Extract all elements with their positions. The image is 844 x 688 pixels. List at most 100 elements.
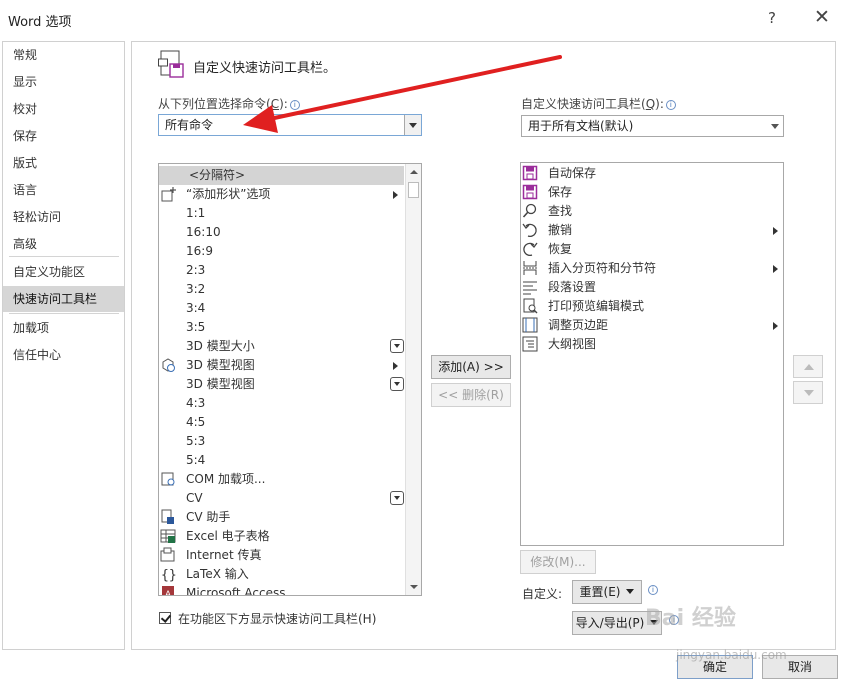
remove-button[interactable]: << 删除(R) xyxy=(431,383,511,407)
nav-item[interactable]: 显示 xyxy=(3,69,124,95)
command-item[interactable]: A Microsoft Access xyxy=(159,584,404,596)
command-item[interactable]: 1:1 xyxy=(159,204,404,223)
toolbar-item-label: 查找 xyxy=(548,204,573,218)
command-label: 3:2 xyxy=(186,282,206,296)
command-label: Internet 传真 xyxy=(186,548,262,562)
command-item[interactable]: 4:3 xyxy=(159,394,404,413)
command-item[interactable]: COM 加载项... xyxy=(159,470,404,489)
show-below-ribbon-label: 在功能区下方显示快速访问工具栏(H) xyxy=(178,612,377,626)
toolbar-item[interactable]: 段落设置 xyxy=(521,278,783,297)
move-down-button[interactable] xyxy=(793,381,823,404)
command-item[interactable]: 2:3 xyxy=(159,261,404,280)
command-item[interactable]: 3:4 xyxy=(159,299,404,318)
command-label: Microsoft Access xyxy=(186,586,286,596)
command-item[interactable]: “添加形状”选项 xyxy=(159,185,404,204)
command-item[interactable]: CV xyxy=(159,489,404,508)
nav-item[interactable]: 语言 xyxy=(3,177,124,203)
nav-item[interactable]: 加载项 xyxy=(3,315,124,341)
choose-commands-dropdown[interactable]: 所有命令 xyxy=(158,114,422,136)
command-item[interactable]: 3:2 xyxy=(159,280,404,299)
command-item[interactable]: 3D 模型视图 xyxy=(159,356,404,375)
help-button[interactable]: ? xyxy=(768,9,776,27)
chevron-down-icon[interactable] xyxy=(404,115,421,135)
window-title: Word 选项 xyxy=(8,15,72,30)
margins-icon xyxy=(522,317,538,333)
scroll-down-button[interactable] xyxy=(406,579,421,595)
command-item[interactable]: 3D 模型大小 xyxy=(159,337,404,356)
command-item[interactable]: 4:5 xyxy=(159,413,404,432)
nav-item[interactable]: 校对 xyxy=(3,96,124,122)
toolbar-item[interactable]: 打印预览编辑模式 xyxy=(521,297,783,316)
toolbar-item[interactable]: 恢复 xyxy=(521,240,783,259)
command-label: LaTeX 输入 xyxy=(186,567,249,581)
command-label: 3:4 xyxy=(186,301,206,315)
nav-separator xyxy=(9,256,119,257)
nav-item[interactable]: 常规 xyxy=(3,42,124,68)
scroll-thumb[interactable] xyxy=(408,182,419,198)
close-button[interactable]: ✕ xyxy=(814,6,830,28)
chevron-down-icon xyxy=(771,124,779,129)
command-item[interactable]: 5:4 xyxy=(159,451,404,470)
command-item[interactable]: Excel 电子表格 xyxy=(159,527,404,546)
nav-item[interactable]: 保存 xyxy=(3,123,124,149)
command-item[interactable]: <分隔符> xyxy=(159,166,404,185)
modify-button[interactable]: 修改(M)... xyxy=(520,550,596,574)
move-up-button[interactable] xyxy=(793,355,823,378)
command-label: CV 助手 xyxy=(186,510,231,524)
toolbar-item[interactable]: 查找 xyxy=(521,202,783,221)
svg-text:A: A xyxy=(165,589,171,596)
info-icon: i xyxy=(289,100,300,110)
command-label: 2:3 xyxy=(186,263,206,277)
toolbar-item-label: 自动保存 xyxy=(548,166,597,180)
excel-icon xyxy=(160,528,176,544)
command-item[interactable]: Internet 传真 xyxy=(159,546,404,565)
toolbar-item[interactable]: 撤销 xyxy=(521,221,783,240)
command-item[interactable]: 16:10 xyxy=(159,223,404,242)
print-preview-icon xyxy=(522,298,538,314)
info-icon: i xyxy=(648,585,658,595)
nav-item[interactable]: 信任中心 xyxy=(3,342,124,368)
nav-separator xyxy=(9,313,119,314)
toolbar-item[interactable]: 自动保存 xyxy=(521,164,783,183)
command-label: COM 加载项... xyxy=(186,472,266,486)
nav-item[interactable]: 快速访问工具栏 xyxy=(3,286,124,312)
watermark-logo: Bai 经验 xyxy=(645,606,736,631)
command-label: 5:4 xyxy=(186,453,206,467)
toolbar-item[interactable]: 大纲视图 xyxy=(521,335,783,354)
choose-commands-label: 从下列位置选择命令(C): i xyxy=(158,95,300,112)
nav-item[interactable]: 高级 xyxy=(3,231,124,257)
commands-listbox[interactable]: <分隔符> “添加形状”选项 1:1 16:10 16:9 2:3 3:2 3:4 3:5 3D … xyxy=(158,163,422,596)
command-label: 3:5 xyxy=(186,320,206,334)
toolbar-item[interactable]: 调整页边距 xyxy=(521,316,783,335)
customize-toolbar-dropdown[interactable]: 用于所有文档(默认) xyxy=(521,115,784,137)
toolbar-item[interactable]: 插入分页符和分节符 xyxy=(521,259,783,278)
commands-scrollbar[interactable] xyxy=(405,164,421,595)
paragraph-icon xyxy=(522,279,538,295)
command-label: 16:9 xyxy=(186,244,213,258)
customizations-label: 自定义: xyxy=(522,587,563,601)
nav-item[interactable]: 轻松访问 xyxy=(3,204,124,230)
page-heading: 自定义快速访问工具栏。 xyxy=(193,61,337,76)
scroll-up-button[interactable] xyxy=(406,164,421,180)
command-item[interactable]: {} LaTeX 输入 xyxy=(159,565,404,584)
toolbar-listbox[interactable]: 自动保存保存查找撤销 恢复 插入分页符和分节符 段落设置 打印预览编辑模式 调整页边距 大纲… xyxy=(520,162,784,546)
options-nav: 常规 显示 校对 保存 版式 语言 轻松访问 高级 自定义功能区 快速访问工具栏 加载项 信任中心 xyxy=(2,41,125,650)
command-label: 3D 模型视图 xyxy=(186,358,255,372)
command-item[interactable]: 3:5 xyxy=(159,318,404,337)
command-item[interactable]: 16:9 xyxy=(159,242,404,261)
toolbar-item[interactable]: 保存 xyxy=(521,183,783,202)
command-item[interactable]: 5:3 xyxy=(159,432,404,451)
add-button[interactable]: 添加(A) >> xyxy=(431,355,511,379)
toolbar-item-label: 保存 xyxy=(548,185,573,199)
chevron-down-icon xyxy=(626,589,635,594)
save-icon xyxy=(522,184,538,200)
nav-item[interactable]: 版式 xyxy=(3,150,124,176)
reset-button[interactable]: 重置(E) xyxy=(572,580,642,604)
command-item[interactable]: 3D 模型视图 xyxy=(159,375,404,394)
submenu-arrow-icon xyxy=(773,265,778,273)
dropdown-icon xyxy=(390,491,404,505)
command-item[interactable]: CV 助手 xyxy=(159,508,404,527)
show-below-ribbon-checkbox[interactable] xyxy=(159,612,171,624)
nav-item[interactable]: 自定义功能区 xyxy=(3,259,124,285)
redo-icon xyxy=(522,241,538,257)
